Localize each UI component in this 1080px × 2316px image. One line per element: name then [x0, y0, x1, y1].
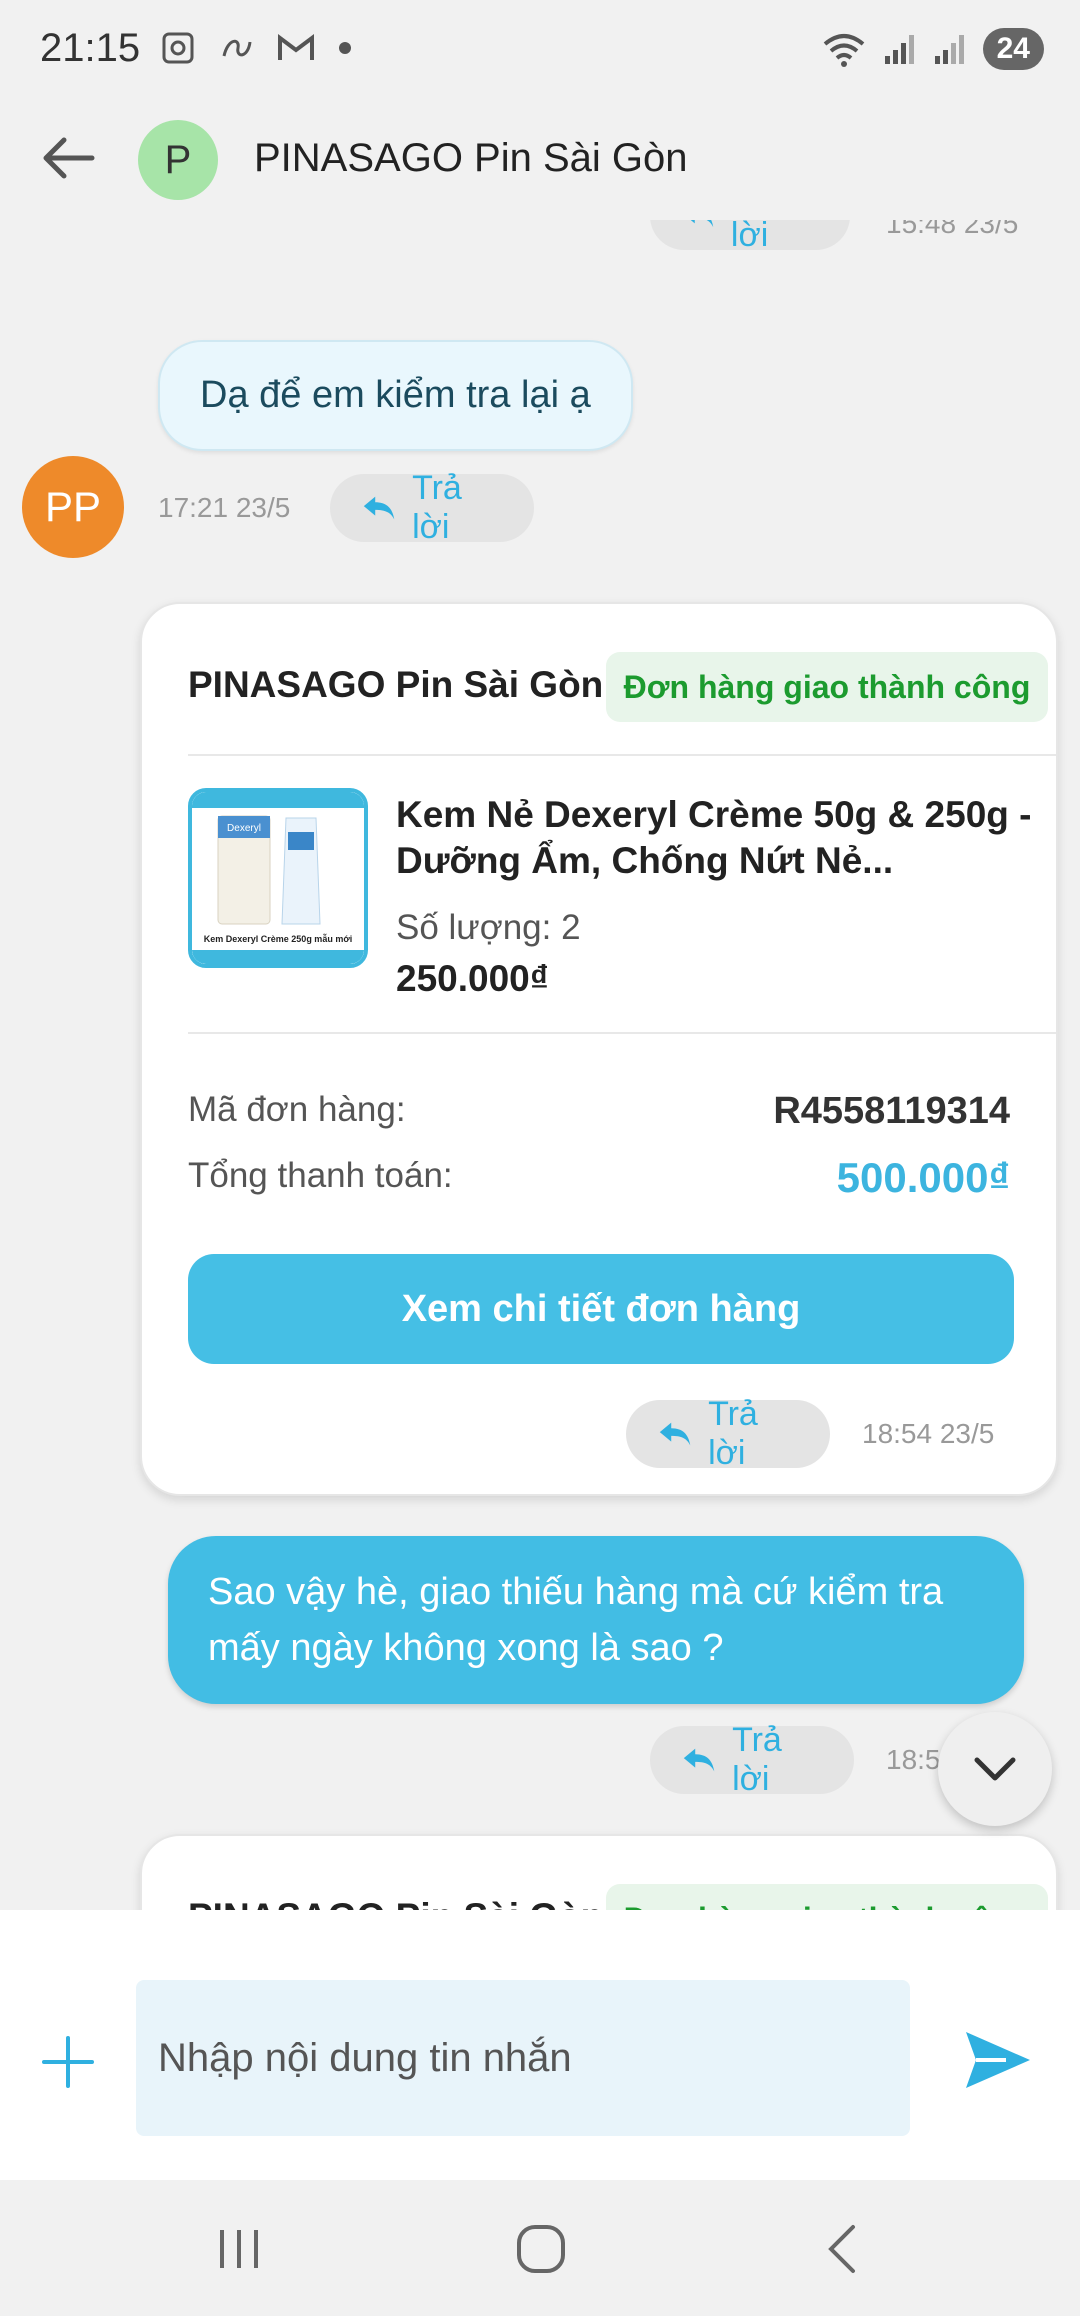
dot-icon [339, 42, 351, 54]
card-shop-name: PINASAGO Pin Sài Gòn [188, 1896, 603, 1910]
outgoing-message[interactable]: Sao vậy hè, giao thiếu hàng mà cứ kiểm t… [168, 1536, 1024, 1704]
order-status-badge: Đơn hàng giao thành công [606, 652, 1048, 722]
total-value: 500.000₫ [836, 1154, 1010, 1201]
total-label: Tổng thanh toán: [188, 1156, 453, 1195]
recent-apps-icon [220, 2230, 258, 2268]
reply-icon [659, 1422, 691, 1446]
message-timestamp: 17:21 23/5 [158, 492, 291, 523]
product-image-brand: Dexeryl [227, 823, 261, 834]
reply-icon [363, 496, 395, 520]
reply-label: Trả lời [412, 469, 462, 546]
message-timestamp: 15:48 23/5 [886, 220, 1019, 239]
message-composer [0, 1910, 1080, 2180]
product-image-caption: Kem Dexeryl Crème 250g mẫu mới [204, 934, 352, 944]
order-code-label: Mã đơn hàng: [188, 1090, 406, 1129]
message-input[interactable] [136, 1980, 910, 2136]
product-image-graphic: Dexeryl Kem Dexeryl Crème 250g mẫu mới [192, 792, 364, 964]
back-button[interactable] [36, 126, 100, 190]
attach-button[interactable] [38, 2032, 98, 2092]
system-icons: 24 [821, 28, 1044, 70]
reply-label: Trả lời [732, 1721, 782, 1798]
page-title[interactable]: PINASAGO Pin Sài Gòn [254, 136, 688, 181]
message-timestamp: 18:54 23/5 [862, 1418, 995, 1449]
product-image[interactable]: Dexeryl Kem Dexeryl Crème 250g mẫu mới [188, 788, 368, 968]
recent-apps-button[interactable] [204, 2214, 274, 2284]
battery-indicator: 24 [982, 28, 1044, 70]
reply-icon [690, 220, 714, 228]
message-timestamp: 18:5 [886, 1744, 941, 1775]
reply-button[interactable]: Trả lời [626, 1395, 830, 1472]
signal-icon-1 [884, 35, 914, 64]
back-arrow-icon [43, 137, 95, 179]
gmail-icon [278, 34, 314, 60]
order-card-partial[interactable]: PINASAGO Pin Sài Gòn Đơn hàng giao thành… [140, 1834, 1058, 1910]
back-nav-button[interactable] [808, 2214, 878, 2284]
divider [188, 754, 1056, 756]
reply-button[interactable]: Trả lời [650, 220, 850, 254]
notification-icons [160, 30, 352, 66]
order-card[interactable]: PINASAGO Pin Sài Gòn Đơn hàng giao thành… [140, 602, 1058, 1496]
order-code-value: R4558119314 [773, 1090, 1010, 1132]
system-nav-bar [0, 2180, 1080, 2316]
divider [188, 1032, 1056, 1034]
link-icon [222, 39, 252, 57]
plus-icon [42, 2036, 94, 2088]
signal-icon-2 [934, 35, 964, 64]
reply-button[interactable]: Trả lời [650, 1721, 854, 1798]
order-status-badge: Đơn hàng giao thành công [606, 1884, 1048, 1910]
product-name[interactable]: Kem Nẻ Dexeryl Crème 50g & 250g - Dưỡng … [396, 792, 1036, 884]
card-shop-name: PINASAGO Pin Sài Gòn [188, 664, 604, 705]
wifi-icon [823, 34, 864, 67]
send-button[interactable] [962, 2028, 1034, 2092]
status-bar: 21:15 24 [0, 0, 1080, 100]
product-price: 250.000₫ [396, 958, 549, 999]
view-order-details-button[interactable]: Xem chi tiết đơn hàng [188, 1254, 1014, 1364]
incoming-message[interactable]: Dạ để em kiểm tra lại ạ [158, 340, 633, 451]
chevron-down-icon [974, 1757, 1016, 1781]
reply-icon [683, 1748, 715, 1772]
back-chevron-icon [828, 2225, 855, 2273]
reply-button[interactable]: Trả lời [330, 469, 534, 546]
send-icon [966, 2032, 1030, 2088]
home-icon [517, 2225, 565, 2273]
status-time: 21:15 [40, 26, 141, 70]
chat-header: P PINASAGO Pin Sài Gòn [0, 100, 1080, 220]
home-button[interactable] [506, 2214, 576, 2284]
screenshot-icon [162, 32, 194, 64]
shop-avatar[interactable]: P [138, 120, 218, 200]
reply-label: Trả lời [730, 220, 769, 254]
reply-label: Trả lời [708, 1395, 758, 1472]
sender-avatar[interactable]: PP [22, 456, 124, 558]
product-quantity: Số lượng: 2 [396, 908, 581, 947]
chat-messages[interactable]: Trả lời 15:48 23/5 Dạ để em kiểm tra lại… [0, 220, 1080, 1910]
scroll-down-button[interactable] [938, 1712, 1052, 1826]
